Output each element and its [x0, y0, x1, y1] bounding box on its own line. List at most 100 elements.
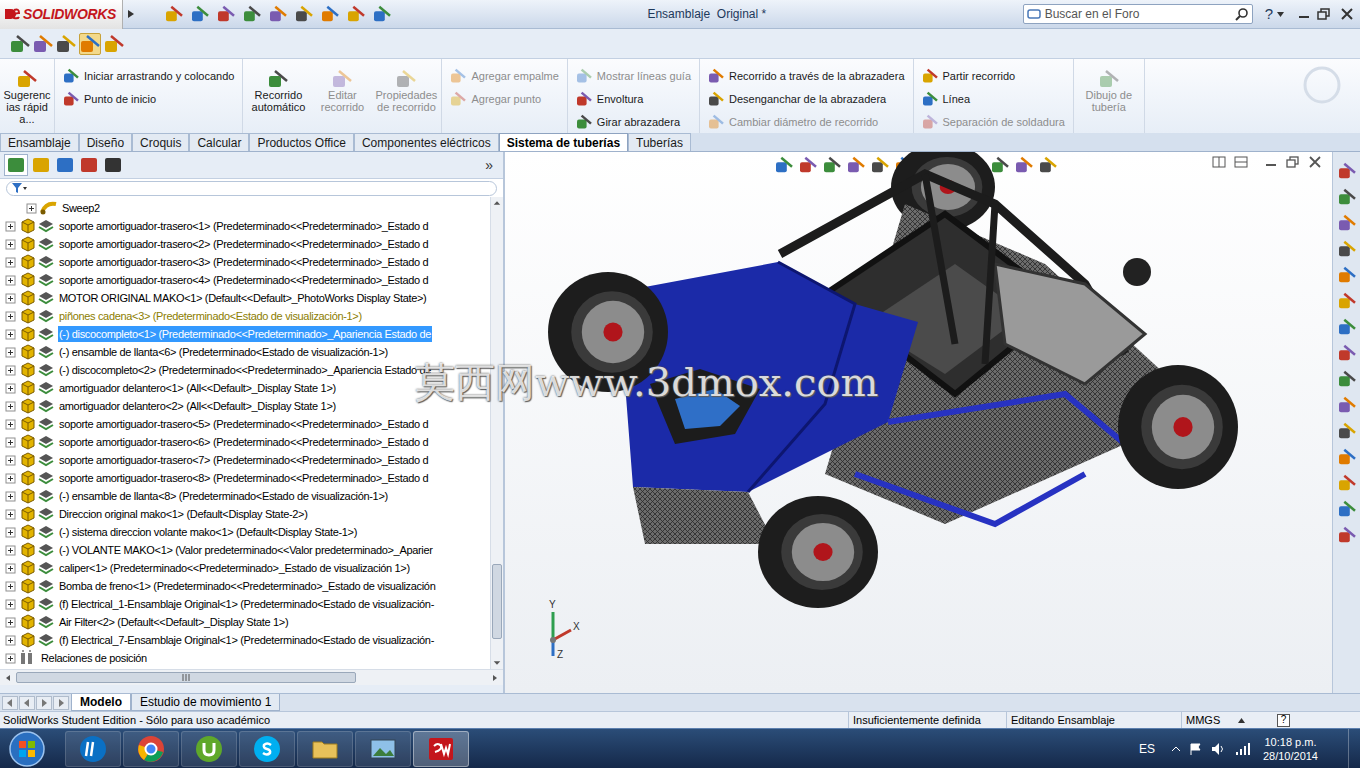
command-button[interactable]: Sugerencias rápida...: [3, 69, 51, 125]
tab-nav-icon[interactable]: [53, 696, 69, 710]
tree-item[interactable]: MOTOR ORIGINAL MAKO<1> (Default<<Default…: [0, 289, 490, 307]
task-pane-icon[interactable]: [1338, 396, 1356, 414]
view-tool-icon[interactable]: [871, 156, 889, 174]
tree-item[interactable]: soporte amortiguador-trasero<2> (Predete…: [0, 235, 490, 253]
folder-icon[interactable]: [297, 731, 353, 767]
close-icon[interactable]: [1308, 156, 1322, 168]
expand-icon[interactable]: [5, 311, 16, 322]
tree-item[interactable]: (-) ensamble de llanta<8> (Predeterminad…: [0, 487, 490, 505]
command-button[interactable]: Girar abrazadera: [576, 111, 691, 133]
tree-item[interactable]: soporte amortiguador-trasero<1> (Predete…: [0, 217, 490, 235]
task-pane-icon[interactable]: [1338, 162, 1356, 180]
expand-icon[interactable]: [5, 401, 16, 412]
tree-item[interactable]: Relaciones de posición: [0, 649, 490, 667]
command-tab[interactable]: Croquis: [132, 133, 189, 151]
flag-icon[interactable]: [1189, 742, 1203, 756]
app-logo[interactable]: SOLIDWORKS: [0, 0, 123, 29]
expand-icon[interactable]: [5, 617, 16, 628]
view-tool-icon[interactable]: [775, 156, 793, 174]
command-tab[interactable]: Diseño: [79, 133, 132, 151]
command-tab[interactable]: Productos Office: [249, 133, 354, 151]
language-indicator[interactable]: ES: [1139, 740, 1155, 758]
menu-arrow-icon[interactable]: [127, 9, 135, 19]
command-button[interactable]: Punto de inicio: [63, 88, 234, 110]
tree-item[interactable]: (f) Electrical_7-Ensamblaje Original<1> …: [0, 631, 490, 649]
tree-item[interactable]: soporte amortiguador-trasero<3> (Predete…: [0, 253, 490, 271]
tree-item[interactable]: soporte amortiguador-trasero<8> (Predete…: [0, 469, 490, 487]
command-button[interactable]: Línea: [922, 88, 1065, 110]
expand-icon[interactable]: [5, 563, 16, 574]
quick-tool-icon[interactable]: [165, 5, 183, 23]
horizontal-scrollbar[interactable]: [0, 669, 503, 685]
tree-item[interactable]: (f) Electrical_1-Ensamblaje Original<1> …: [0, 595, 490, 613]
quick-tool-icon[interactable]: [269, 5, 287, 23]
assembly-tool-icon[interactable]: [104, 34, 124, 54]
expand-icon[interactable]: [5, 221, 16, 232]
view-tool-icon[interactable]: [1015, 156, 1033, 174]
quick-tool-icon[interactable]: [191, 5, 209, 23]
task-pane-icon[interactable]: [1338, 526, 1356, 544]
tile-vertical-icon[interactable]: [1234, 156, 1248, 168]
quick-tool-icon[interactable]: [217, 5, 235, 23]
panel-tab-icon[interactable]: [78, 155, 100, 175]
command-tab[interactable]: Ensamblaje: [0, 133, 79, 151]
tab-nav-icon[interactable]: [36, 696, 52, 710]
volume-icon[interactable]: [1211, 742, 1227, 756]
close-icon[interactable]: [1340, 8, 1354, 20]
expand-icon[interactable]: [26, 203, 37, 214]
tree-item[interactable]: soporte amortiguador-trasero<4> (Predete…: [0, 271, 490, 289]
minimize-icon[interactable]: [1264, 156, 1278, 168]
tree-item[interactable]: Sweep2: [0, 199, 490, 217]
network-icon[interactable]: [1235, 742, 1251, 756]
expand-icon[interactable]: [5, 473, 16, 484]
tree-item[interactable]: (-) VOLANTE MAKO<1> (Valor predeterminad…: [0, 541, 490, 559]
task-pane-icon[interactable]: [1338, 214, 1356, 232]
tree-item[interactable]: (-) ensamble de llanta<6> (Predeterminad…: [0, 343, 490, 361]
assembly-tool-icon[interactable]: [33, 34, 53, 54]
tab-nav-icon[interactable]: [2, 696, 18, 710]
tree-item[interactable]: Bomba de freno<1> (Predeterminado<<Prede…: [0, 577, 490, 595]
utorrent-icon[interactable]: [181, 731, 237, 767]
tile-horizontal-icon[interactable]: [1212, 156, 1226, 168]
graphics-area[interactable]: YXZ: [505, 152, 1332, 693]
expand-icon[interactable]: [5, 347, 16, 358]
command-button[interactable]: Iniciar arrastrando y colocando: [63, 65, 234, 87]
task-pane-icon[interactable]: [1338, 188, 1356, 206]
search-box[interactable]: [1023, 4, 1253, 24]
task-pane-icon[interactable]: [1338, 266, 1356, 284]
bottom-tab[interactable]: Modelo: [71, 694, 131, 711]
panel-tab-icon[interactable]: [4, 154, 28, 176]
expand-icon[interactable]: [5, 365, 16, 376]
command-button[interactable]: Recorrido automático: [246, 69, 310, 113]
quick-tool-icon[interactable]: [321, 5, 339, 23]
photo-viewer-icon[interactable]: [355, 731, 411, 767]
units-selector[interactable]: MMGS: [1181, 712, 1271, 729]
assembly-tool-icon[interactable]: [56, 34, 76, 54]
tree-item[interactable]: soporte amortiguador-trasero<7> (Predete…: [0, 451, 490, 469]
tab-nav-icon[interactable]: [19, 696, 35, 710]
hp-icon[interactable]: [65, 731, 121, 767]
expand-icon[interactable]: [5, 257, 16, 268]
expand-icon[interactable]: [5, 599, 16, 610]
skype-icon[interactable]: [239, 731, 295, 767]
tree-item[interactable]: caliper<1> (Predeterminado<<Predetermina…: [0, 559, 490, 577]
restore-icon[interactable]: [1317, 8, 1331, 20]
tree-item[interactable]: (-) sistema direccion volante mako<1> (D…: [0, 523, 490, 541]
tree-item[interactable]: soporte amortiguador-trasero<5> (Predete…: [0, 415, 490, 433]
expand-icon[interactable]: [5, 293, 16, 304]
command-tab[interactable]: Componentes eléctricos: [354, 133, 499, 151]
quick-tool-icon[interactable]: [243, 5, 261, 23]
expand-icon[interactable]: [5, 635, 16, 646]
dropdown-icon[interactable]: [1277, 12, 1284, 17]
tree-item[interactable]: amortiguador delantero<1> (All<<Default>…: [0, 379, 490, 397]
task-pane-icon[interactable]: [1338, 318, 1356, 336]
expand-icon[interactable]: [5, 581, 16, 592]
expand-icon[interactable]: [5, 509, 16, 520]
panel-tab-icon[interactable]: [102, 155, 124, 175]
assembly-model[interactable]: [525, 152, 1285, 624]
expand-icon[interactable]: [5, 545, 16, 556]
quick-tool-icon[interactable]: [373, 5, 391, 23]
view-tool-icon[interactable]: [991, 156, 1009, 174]
tree-item[interactable]: (-) discocompleto<2> (Predeterminado<<Pr…: [0, 361, 490, 379]
task-pane-icon[interactable]: [1338, 500, 1356, 518]
